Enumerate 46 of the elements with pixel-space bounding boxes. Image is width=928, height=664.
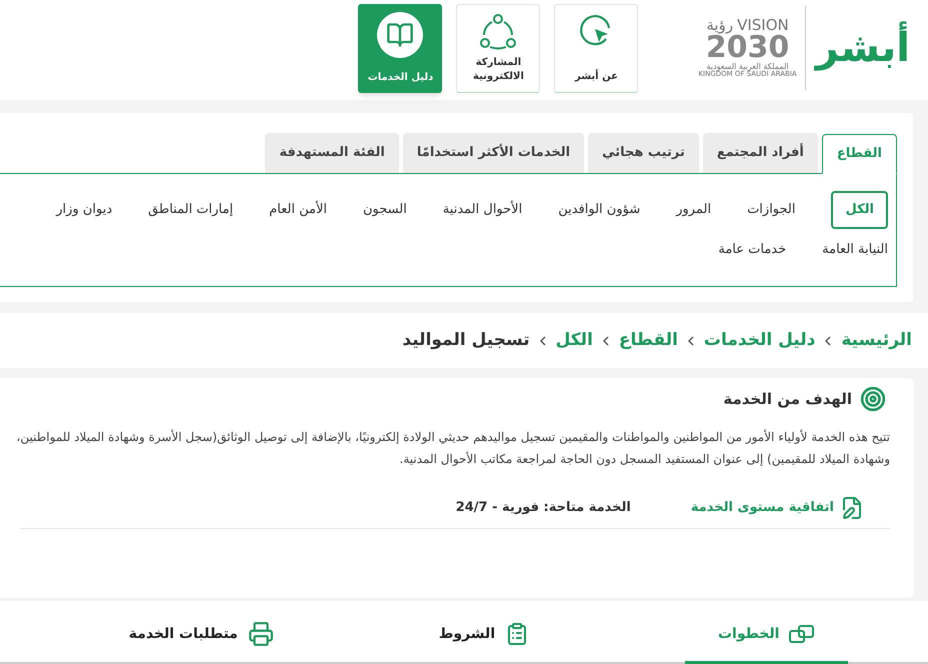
- filter-tab[interactable]: ترتيب هجائي: [588, 133, 699, 173]
- category-link[interactable]: الكل: [831, 191, 888, 229]
- goal-description: تتيح هذه الخدمة لأولياء الأمور من المواطنين والمواطنات والمقيمين تسجيل مواليدهم حديثي الولادة إلكترونيًا، بالإضافة إلى توصيل الوثائق(سجل الأسرة وشهادة الميلاد للمواطنين، وشهادة الميلاد للمقيمين) إلى عنوان المستفيد المسجل دون الحاجة لمراجعة مكاتب الأحوال المدنية.: [16, 428, 890, 468]
- nav-tile[interactable]: عن أبشر: [554, 4, 638, 93]
- linked-squares-icon: [789, 624, 816, 644]
- sla-value: الخدمة متاحة: فورية - 24/7: [456, 499, 631, 518]
- book-icon: [377, 12, 424, 58]
- category-link[interactable]: السجون: [362, 200, 407, 220]
- breadcrumb-link[interactable]: القطاع: [618, 328, 678, 354]
- brand-logo: أبشر: [814, 18, 912, 78]
- vision-year: 2030: [706, 33, 790, 63]
- detail-tab[interactable]: الشروط: [402, 607, 566, 664]
- filter-tab[interactable]: الخدمات الأكثر استخدامًا: [402, 133, 584, 173]
- category-link[interactable]: المرور: [676, 200, 712, 220]
- chevron-icon: [602, 336, 609, 346]
- printer-icon: [248, 621, 274, 647]
- breadcrumb-link[interactable]: الكل: [556, 328, 593, 354]
- category-link[interactable]: النيابة العامة: [822, 240, 888, 260]
- category-link[interactable]: شؤون الوافدين: [558, 200, 640, 220]
- breadcrumb-link[interactable]: دليل الخدمات: [704, 328, 816, 354]
- filter-tab[interactable]: أفراد المجتمع: [702, 133, 818, 173]
- category-link[interactable]: الأحوال المدنية: [442, 200, 522, 220]
- nav-tile[interactable]: دليل الخدمات: [358, 4, 442, 93]
- sla-title: اتفاقية مستوى الخدمة: [690, 499, 834, 518]
- vision-arabic-label: رؤية: [706, 18, 734, 33]
- chevron-icon: [540, 336, 546, 346]
- detail-tab[interactable]: الخطوات: [685, 607, 848, 664]
- breadcrumb-current: تسجيل المواليد: [402, 328, 530, 352]
- category-link[interactable]: إمارات المناطق: [148, 200, 234, 220]
- vision-label: VISION: [737, 18, 789, 33]
- goal-title: الهدف من الخدمة: [723, 388, 852, 410]
- category-link[interactable]: الأمن العام: [269, 200, 327, 220]
- category-link[interactable]: الجوازات: [747, 200, 796, 220]
- detail-tab[interactable]: متطلبات الخدمة: [120, 607, 283, 664]
- kingdom-arabic-label: المملكة العربية السعودية: [706, 63, 789, 71]
- filter-tab[interactable]: الفئة المستهدفة: [265, 133, 399, 173]
- category-link[interactable]: ديوان وزار: [56, 200, 112, 220]
- document-pen-icon: [840, 496, 864, 520]
- nav-tile[interactable]: المشاركة الالكترونية: [456, 4, 540, 93]
- connected-nodes-icon: [479, 13, 518, 51]
- category-link[interactable]: خدمات عامة: [718, 240, 786, 260]
- target-icon: [860, 386, 886, 412]
- chevron-icon: [825, 336, 832, 346]
- filter-tab[interactable]: القطاع: [822, 134, 897, 174]
- breadcrumb-link[interactable]: الرئيسية: [841, 328, 912, 354]
- chevron-icon: [688, 336, 694, 346]
